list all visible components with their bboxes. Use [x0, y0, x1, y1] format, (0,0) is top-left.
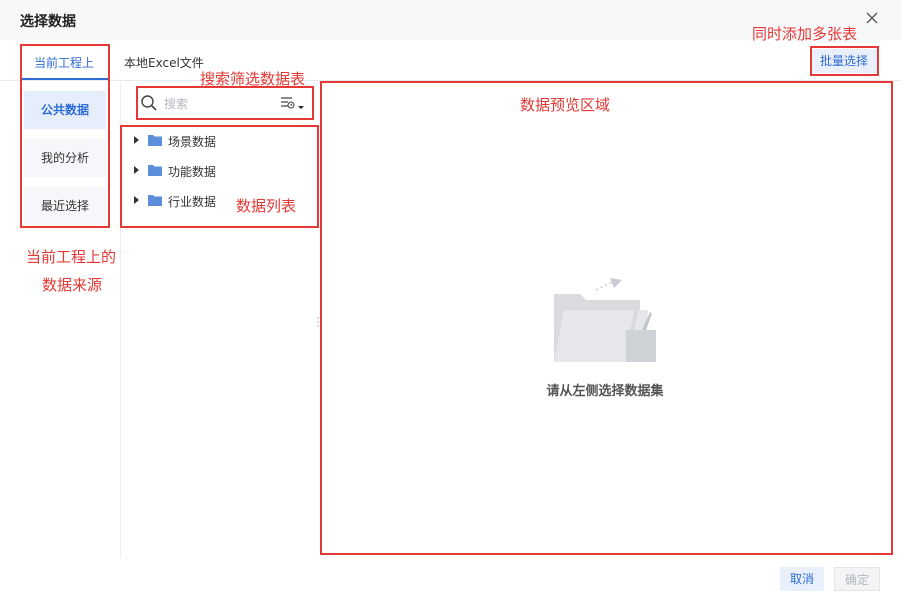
annotation-batch-note: 同时添加多张表 — [752, 25, 858, 43]
annotation-box-sources — [20, 44, 110, 228]
annotation-search-note: 搜索筛选数据表 — [200, 70, 306, 88]
cancel-button[interactable]: 取消 — [780, 567, 824, 591]
tab-local-excel[interactable]: 本地Excel文件 — [124, 54, 204, 71]
annotation-preview-note: 数据预览区域 — [520, 96, 611, 114]
resize-handle[interactable] — [317, 313, 319, 327]
annotation-source-note-line1: 当前工程上的 — [26, 248, 117, 266]
annotation-box-preview — [320, 81, 893, 555]
annotation-box-batch — [810, 46, 879, 76]
confirm-button[interactable]: 确定 — [834, 567, 880, 591]
annotation-source-note-line2: 数据来源 — [42, 276, 103, 294]
close-icon[interactable] — [864, 10, 880, 26]
annotation-box-search — [136, 86, 314, 120]
annotation-list-note: 数据列表 — [236, 197, 297, 215]
dialog-title: 选择数据 — [20, 14, 76, 30]
